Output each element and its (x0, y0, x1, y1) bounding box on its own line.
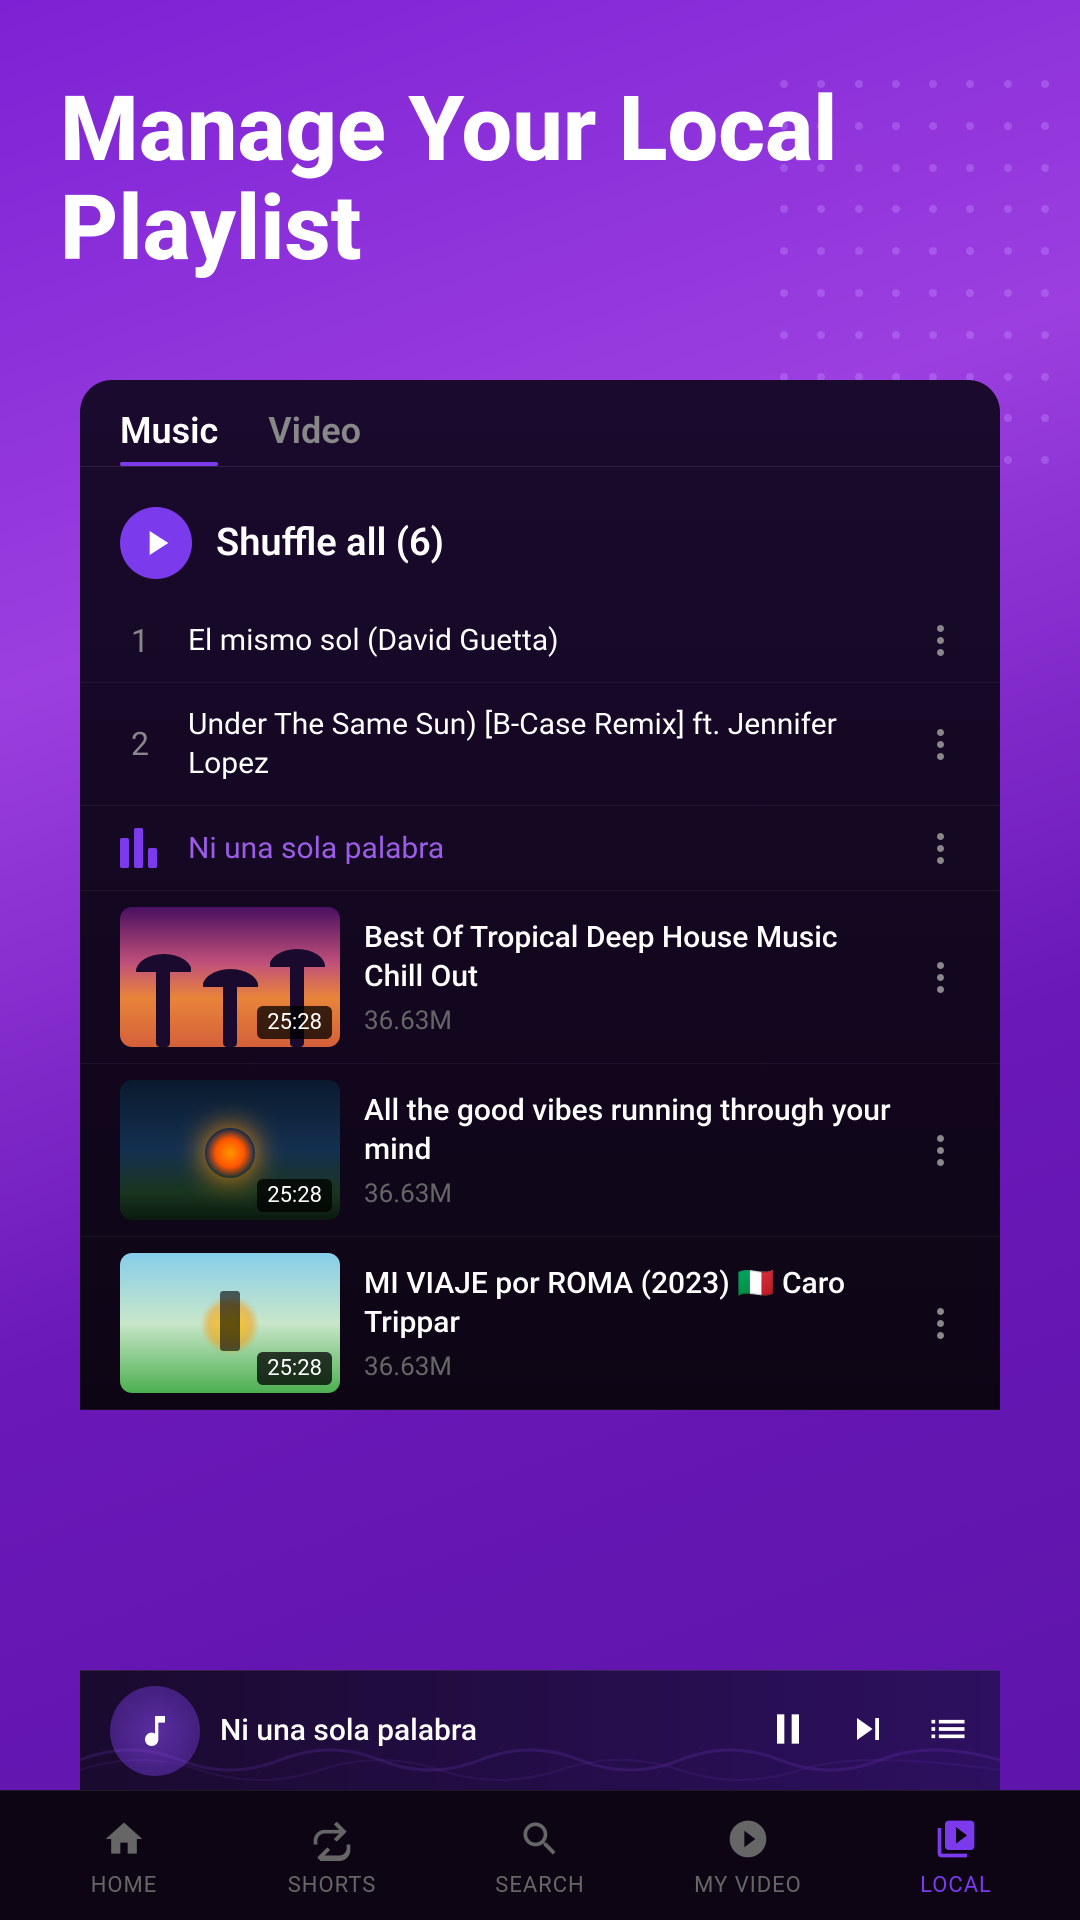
more-options-icon[interactable] (920, 1135, 960, 1166)
home-icon (98, 1813, 150, 1865)
track-title: El mismo sol (David Guetta) (188, 621, 892, 660)
shuffle-play-button[interactable] (120, 507, 192, 579)
more-options-icon[interactable] (920, 1308, 960, 1339)
nav-item-search[interactable]: SEARCH (436, 1813, 644, 1898)
now-playing-bars (120, 828, 160, 868)
video-title: MI VIAJE por ROMA (2023) 🇮🇹 Caro Trippar (364, 1264, 896, 1342)
video-title: Best Of Tropical Deep House Music Chill … (364, 918, 896, 996)
shuffle-label: Shuffle all (6) (216, 521, 444, 565)
video-size: 36.63M (364, 1006, 896, 1036)
nav-label-search: SEARCH (495, 1873, 585, 1898)
video-duration: 25:28 (257, 1179, 332, 1212)
wave-decoration (80, 1730, 1000, 1790)
bottom-navigation: HOME SHORTS SEARCH MY VIDEO LOCAL (0, 1790, 1080, 1920)
nav-label-home: HOME (91, 1873, 158, 1898)
list-item[interactable]: Ni una sola palabra (80, 806, 1000, 891)
video-duration: 25:28 (257, 1352, 332, 1385)
video-size: 36.63M (364, 1179, 896, 1209)
search-icon (514, 1813, 566, 1865)
local-icon (930, 1813, 982, 1865)
page-title: Manage Your Local Playlist (0, 0, 1080, 318)
nav-label-my-video: MY VIDEO (694, 1873, 802, 1898)
more-options-icon[interactable] (920, 833, 960, 864)
list-item[interactable]: 25:28 All the good vibes running through… (80, 1064, 1000, 1237)
play-icon (143, 527, 175, 559)
tab-divider (80, 466, 1000, 467)
shorts-icon (306, 1813, 358, 1865)
tab-music[interactable]: Music (120, 410, 218, 466)
nav-item-shorts[interactable]: SHORTS (228, 1813, 436, 1898)
shuffle-row: Shuffle all (6) (80, 487, 1000, 599)
list-item[interactable]: 25:28 MI VIAJE por ROMA (2023) 🇮🇹 Caro T… (80, 1237, 1000, 1410)
nav-item-my-video[interactable]: MY VIDEO (644, 1813, 852, 1898)
more-options-icon[interactable] (920, 962, 960, 993)
track-number: 2 (120, 725, 160, 763)
video-duration: 25:28 (257, 1006, 332, 1039)
tab-video[interactable]: Video (268, 410, 361, 466)
thumbnail: 25:28 (120, 907, 340, 1047)
track-title: Under The Same Sun) [B-Case Remix] ft. J… (188, 705, 892, 783)
track-number: 1 (120, 622, 160, 660)
nav-item-local[interactable]: LOCAL (852, 1813, 1060, 1898)
video-size: 36.63M (364, 1352, 896, 1382)
my-video-icon (722, 1813, 774, 1865)
track-title: Ni una sola palabra (188, 829, 892, 868)
thumbnail: 25:28 (120, 1253, 340, 1393)
video-title: All the good vibes running through your … (364, 1091, 896, 1169)
more-options-icon[interactable] (920, 625, 960, 656)
main-card: Music Video Shuffle all (6) 1 El mismo s… (80, 380, 1000, 1410)
now-playing-bar: Ni una sola palabra (80, 1670, 1000, 1790)
list-item[interactable]: 25:28 Best Of Tropical Deep House Music … (80, 891, 1000, 1064)
more-options-icon[interactable] (920, 729, 960, 760)
tab-bar: Music Video (80, 380, 1000, 466)
nav-label-local: LOCAL (920, 1873, 992, 1898)
list-item[interactable]: 1 El mismo sol (David Guetta) (80, 599, 1000, 683)
thumbnail: 25:28 (120, 1080, 340, 1220)
track-list: 1 El mismo sol (David Guetta) 2 Under Th… (80, 599, 1000, 1410)
list-item[interactable]: 2 Under The Same Sun) [B-Case Remix] ft.… (80, 683, 1000, 806)
nav-item-home[interactable]: HOME (20, 1813, 228, 1898)
nav-label-shorts: SHORTS (288, 1873, 377, 1898)
